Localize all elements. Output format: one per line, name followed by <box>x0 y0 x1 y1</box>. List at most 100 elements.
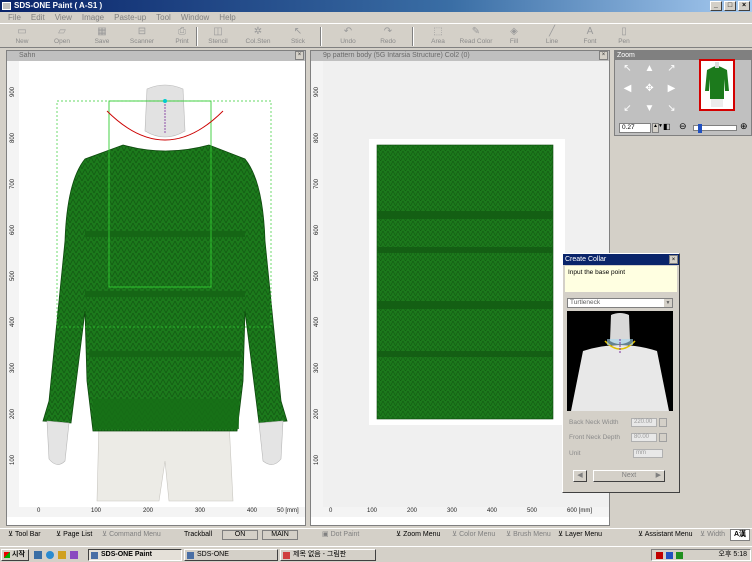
pattern-horizontal-ruler: 0 100 200 300 400 500 600 [mm] <box>323 507 609 517</box>
trackball-main-button[interactable]: MAIN <box>262 530 298 540</box>
assistant-menu-toggle[interactable]: ⊻ Assistant Menu <box>638 529 693 541</box>
tray-volume-icon[interactable] <box>666 552 673 559</box>
front-neck-depth-input[interactable]: 80.00 <box>631 433 657 442</box>
back-neck-width-spin-icon[interactable] <box>659 418 667 427</box>
zoom-input[interactable]: 0.27 <box>619 123 651 133</box>
create-collar-close-button[interactable]: × <box>669 255 678 264</box>
menu-file[interactable]: File <box>8 12 21 23</box>
menu-tool[interactable]: Tool <box>156 12 171 23</box>
next-button[interactable]: Next ▶ <box>593 470 665 482</box>
collar-type-select[interactable]: Turtleneck ▼ <box>567 298 673 308</box>
toolbar-line-button[interactable]: ╱ Line <box>534 26 570 48</box>
tray-security-icon[interactable] <box>676 552 683 559</box>
layer-menu-toggle[interactable]: ⊻ Layer Menu <box>558 529 602 541</box>
page-list-toggle[interactable]: ⊻ Page List <box>56 529 92 541</box>
toolbar-font-button[interactable]: A Font <box>572 26 608 48</box>
toolbar-undo-button[interactable]: ↶ Undo <box>330 26 366 48</box>
arrow-down-right-icon[interactable]: ↘ <box>665 103 678 115</box>
zoom-menu-toggle[interactable]: ⊻ Zoom Menu <box>396 529 440 541</box>
zoom-panel: Zoom ↖ ▲ ↗ ◀ ✥ ▶ ↙ ▼ ↘ 0.27 ▲▼ ◧ ⊖ ⊕ <box>614 50 752 136</box>
zoom-fit-icon[interactable]: ◧ <box>663 122 671 131</box>
close-button[interactable]: × <box>738 1 750 11</box>
vruler-tick: 900 <box>314 86 320 97</box>
toolbar-new-button[interactable]: ▭ New <box>4 26 40 48</box>
toolbar-separator <box>412 27 414 46</box>
windows-logo-icon <box>4 552 10 558</box>
toolbar-save-button[interactable]: ▦ Save <box>84 26 120 48</box>
zoom-out-icon[interactable]: ⊖ <box>679 121 687 132</box>
app-icon <box>2 2 11 10</box>
toolbar-button-label: Area <box>431 38 445 45</box>
menu-help[interactable]: Help <box>219 12 235 23</box>
front-neck-depth-spin-icon[interactable] <box>659 433 667 442</box>
maximize-button[interactable]: □ <box>724 1 736 11</box>
toolbar-print-button[interactable]: ⎙ Print <box>164 26 200 48</box>
color-menu-toggle[interactable]: ⊻ Color Menu <box>452 529 495 541</box>
toolbar-open-button[interactable]: ▱ Open <box>44 26 80 48</box>
arrow-left-icon[interactable]: ◀ <box>621 83 634 95</box>
vruler-tick: 900 <box>10 86 16 97</box>
menu-view[interactable]: View <box>55 12 72 23</box>
sweater-canvas[interactable] <box>19 61 305 507</box>
unit-select[interactable]: mm <box>633 449 663 458</box>
tray-network-icon[interactable] <box>656 552 663 559</box>
toolbar-pen-button[interactable]: ▯ Pen <box>606 26 642 48</box>
arrow-up-left-icon[interactable]: ↖ <box>621 63 634 75</box>
vruler-tick: 600 <box>10 224 16 235</box>
menu-window[interactable]: Window <box>181 12 209 23</box>
dot-paint-toggle[interactable]: ▣ Dot Paint <box>322 529 359 541</box>
command-menu-toggle[interactable]: ⊻ Command Menu <box>102 529 161 541</box>
task-sds-one[interactable]: SDS-ONE <box>184 549 278 561</box>
center-icon[interactable]: ✥ <box>643 83 656 95</box>
arrow-down-left-icon[interactable]: ↙ <box>621 103 634 115</box>
toolbar-fill-button[interactable]: ◈ Fill <box>496 26 532 48</box>
zoom-thumbnail[interactable] <box>699 59 735 111</box>
quicklaunch-app-icon[interactable] <box>70 551 78 559</box>
fill-icon: ◈ <box>510 26 518 37</box>
toolbar-area-button[interactable]: ⬚ Area <box>420 26 456 48</box>
menu-paste-up[interactable]: Paste-up <box>114 12 146 23</box>
unit-label: Unit <box>569 450 581 457</box>
toolbar-scanner-button[interactable]: ⊟ Scanner <box>124 26 160 48</box>
create-collar-title: Create Collar <box>565 256 607 263</box>
width-toggle[interactable]: ⊻ Width <box>700 529 725 541</box>
trackball-on-button[interactable]: ON <box>222 530 258 540</box>
zoom-slider[interactable] <box>693 124 737 133</box>
quicklaunch-ie-icon[interactable] <box>46 551 54 559</box>
toolbar-button-label: Open <box>54 38 70 45</box>
menu-edit[interactable]: Edit <box>31 12 45 23</box>
toolbar-stencil-button[interactable]: ◫ Stencil <box>200 26 236 48</box>
pattern-window-title-bar: 9p pattern body (5G Intarsia Structure) … <box>311 51 609 61</box>
quicklaunch-desktop-icon[interactable] <box>34 551 42 559</box>
arrow-right-icon[interactable]: ▶ <box>665 83 678 95</box>
pattern-window-close-button[interactable]: × <box>599 51 608 60</box>
toolbar-stick-button[interactable]: ↖ Stick <box>280 26 316 48</box>
arrow-up-icon[interactable]: ▲ <box>643 63 656 75</box>
vruler-tick: 800 <box>314 132 320 143</box>
quicklaunch-media-icon[interactable] <box>58 551 66 559</box>
zoom-spin-icon[interactable]: ▲▼ <box>652 123 663 133</box>
menu-image[interactable]: Image <box>82 12 104 23</box>
task-sds-one-paint[interactable]: SDS-ONE Paint <box>88 549 182 561</box>
ime-indicator[interactable]: A漢 <box>730 529 750 541</box>
task-paint[interactable]: 제목 없음 - 그림판 <box>280 549 376 561</box>
toolbar-read-color-button[interactable]: ✎ Read Color <box>458 26 494 48</box>
zoom-in-icon[interactable]: ⊕ <box>740 121 748 132</box>
previous-button[interactable]: ◀ <box>573 470 587 482</box>
minimize-button[interactable]: _ <box>710 1 722 11</box>
toolbar-redo-button[interactable]: ↷ Redo <box>370 26 406 48</box>
chevron-down-icon[interactable]: ▼ <box>664 299 672 307</box>
sweater-window-close-button[interactable]: × <box>295 51 304 60</box>
sds-paint-icon <box>91 552 98 559</box>
toolbar-col-sten-button[interactable]: ✲ Col.Sten <box>240 26 276 48</box>
zoom-slider-thumb[interactable] <box>698 124 702 133</box>
back-neck-width-input[interactable]: 220.00 <box>631 418 657 427</box>
brush-menu-toggle[interactable]: ⊻ Brush Menu <box>506 529 551 541</box>
page-list-label: Page List <box>63 531 93 538</box>
arrow-up-right-icon[interactable]: ↗ <box>665 63 678 75</box>
vruler-tick: 600 <box>314 224 320 235</box>
save-icon: ▦ <box>97 26 107 37</box>
start-button[interactable]: 시작 <box>1 549 29 561</box>
tool-bar-toggle[interactable]: ⊻ Tool Bar <box>8 529 41 541</box>
arrow-down-icon[interactable]: ▼ <box>643 103 656 115</box>
